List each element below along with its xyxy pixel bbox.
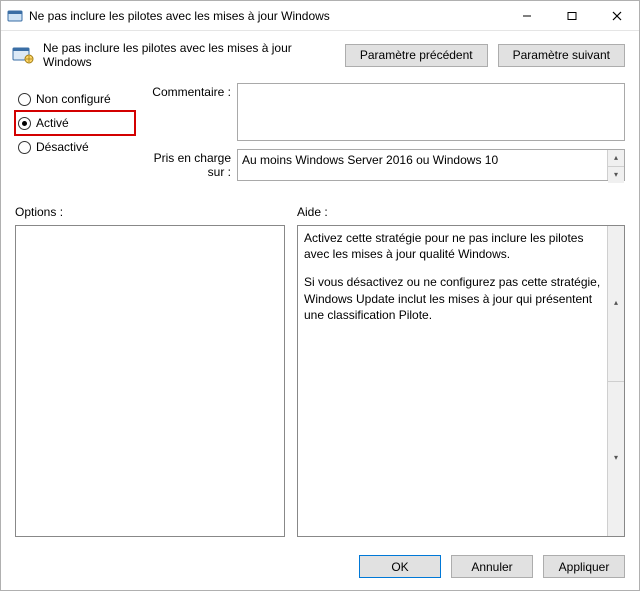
radio-label: Non configuré xyxy=(36,92,111,106)
help-label: Aide : xyxy=(297,205,625,219)
help-text-2: Si vous désactivez ou ne configurez pas … xyxy=(304,274,606,323)
gpedit-dialog: Ne pas inclure les pilotes avec les mise… xyxy=(0,0,640,591)
comment-row: Commentaire : xyxy=(145,83,625,141)
app-icon xyxy=(7,8,23,24)
supported-row: Pris en charge sur : Au moins Windows Se… xyxy=(145,149,625,181)
comment-field[interactable] xyxy=(237,83,625,141)
policy-icon xyxy=(11,45,35,65)
next-param-button[interactable]: Paramètre suivant xyxy=(498,44,625,67)
radio-not-configured[interactable]: Non configuré xyxy=(15,87,135,111)
radio-icon xyxy=(18,93,31,106)
state-radios: Non configuré Activé Désactivé xyxy=(15,83,135,189)
scroll-down-icon[interactable]: ▾ xyxy=(608,167,624,183)
prev-param-button[interactable]: Paramètre précédent xyxy=(345,44,488,67)
maximize-button[interactable] xyxy=(549,1,594,30)
window-controls xyxy=(504,1,639,30)
minimize-button[interactable] xyxy=(504,1,549,30)
options-box[interactable] xyxy=(15,225,285,537)
radio-label: Désactivé xyxy=(36,140,89,154)
lower-panes: Options : Aide : Activez cette stratégie… xyxy=(1,195,639,545)
scroll-up-icon[interactable]: ▴ xyxy=(608,150,624,167)
titlebar: Ne pas inclure les pilotes avec les mise… xyxy=(1,1,639,31)
ok-button[interactable]: OK xyxy=(359,555,441,578)
window-title: Ne pas inclure les pilotes avec les mise… xyxy=(29,9,504,23)
close-button[interactable] xyxy=(594,1,639,30)
scroll-down-icon[interactable]: ▾ xyxy=(608,382,624,537)
apply-button[interactable]: Appliquer xyxy=(543,555,625,578)
radio-icon xyxy=(18,141,31,154)
header-strip: Ne pas inclure les pilotes avec les mise… xyxy=(1,31,639,79)
supported-field: Au moins Windows Server 2016 ou Windows … xyxy=(237,149,625,181)
help-box[interactable]: Activez cette stratégie pour ne pas incl… xyxy=(297,225,625,537)
cancel-button[interactable]: Annuler xyxy=(451,555,533,578)
param-nav: Paramètre précédent Paramètre suivant xyxy=(345,44,625,67)
options-label: Options : xyxy=(15,205,285,219)
options-pane: Options : xyxy=(15,195,285,537)
help-text-1: Activez cette stratégie pour ne pas incl… xyxy=(304,230,606,262)
scroll-up-icon[interactable]: ▴ xyxy=(608,226,624,382)
radio-label: Activé xyxy=(36,116,69,130)
comment-text[interactable] xyxy=(237,83,625,141)
comment-label: Commentaire : xyxy=(145,83,237,99)
supported-label: Pris en charge sur : xyxy=(145,149,237,179)
radio-disabled[interactable]: Désactivé xyxy=(15,135,135,159)
scroll-buttons: ▴ ▾ xyxy=(607,226,624,536)
fields: Commentaire : Pris en charge sur : Au mo… xyxy=(145,83,625,189)
scroll-buttons: ▴ ▾ xyxy=(607,150,624,180)
radio-enabled[interactable]: Activé xyxy=(15,111,135,135)
config-area: Non configuré Activé Désactivé Commentai… xyxy=(1,79,639,195)
help-pane: Aide : Activez cette stratégie pour ne p… xyxy=(297,195,625,537)
supported-value: Au moins Windows Server 2016 ou Windows … xyxy=(242,153,498,167)
dialog-footer: OK Annuler Appliquer xyxy=(1,545,639,590)
radio-icon xyxy=(18,117,31,130)
supported-text: Au moins Windows Server 2016 ou Windows … xyxy=(237,149,625,181)
policy-subtitle: Ne pas inclure les pilotes avec les mise… xyxy=(43,41,337,69)
